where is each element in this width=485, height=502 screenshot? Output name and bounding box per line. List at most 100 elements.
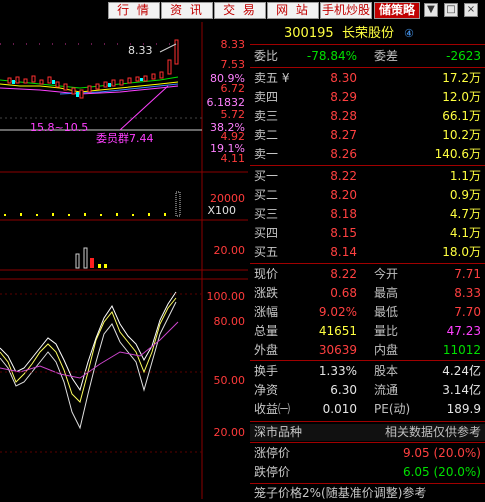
sell-level-label: 卖三 — [254, 109, 279, 123]
buy-level-label: 买二 — [254, 188, 279, 202]
maximize-icon[interactable]: □ — [444, 3, 458, 17]
top-nav-bar: 行 情 资 讯 交 易 网 站 手机炒股 储策略 ▼ □ × — [0, 0, 485, 22]
annotation-range: 15.8~10.5 — [30, 121, 89, 134]
buy-level-volume: 18.0万 — [442, 245, 481, 259]
stat-row[interactable]: 涨跌 0.68 最高 8.33 — [250, 285, 485, 302]
buy-level-row[interactable]: 买三 8.18 4.7万 — [250, 206, 485, 223]
stat-value: 0.68 — [330, 286, 357, 300]
sell-level-row[interactable]: 卖三 8.28 66.1万 — [250, 108, 485, 125]
limit-down-label: 跌停价 — [254, 465, 291, 479]
limit-down-row: 跌停价 6.05 (20.0%) — [250, 464, 485, 481]
nav-news[interactable]: 资 讯 — [161, 2, 213, 19]
sell-level-volume: 17.2万 — [442, 71, 481, 85]
fin-label-2: 流通 — [374, 383, 399, 397]
stat-row[interactable]: 涨幅 9.02% 最低 7.70 — [250, 304, 485, 321]
fin-value-2: 4.24亿 — [442, 364, 481, 378]
peak-price-label: 8.33 — [128, 44, 153, 57]
fin-label: 收益㈠ — [254, 402, 291, 416]
price-axis-label: 8.33 — [220, 38, 246, 51]
fin-value-2: 3.14亿 — [442, 383, 481, 397]
weicha-value: -2623 — [446, 49, 481, 63]
buy-level-row[interactable]: 买二 8.20 0.9万 — [250, 187, 485, 204]
stat-row[interactable]: 现价 8.22 今开 7.71 — [250, 266, 485, 283]
stat-label-2: 量比 — [374, 324, 399, 338]
stock-header[interactable]: 300195 长荣股份 ④ — [250, 25, 485, 42]
osc-axis-label: 20.00 — [213, 426, 246, 439]
market-row: 深市品种 相关数据仅供参考 — [250, 424, 485, 441]
stock-name: 长荣股份 — [342, 26, 395, 41]
buy-level-label: 买四 — [254, 226, 279, 240]
osc-axis-label: 100.00 — [206, 290, 246, 303]
nav-trade[interactable]: 交 易 — [214, 2, 266, 19]
buy-level-row[interactable]: 买五 8.14 18.0万 — [250, 244, 485, 261]
fin-row[interactable]: 收益㈠ 0.010 PE(动) 189.9 — [250, 401, 485, 418]
stat-value: 41651 — [318, 324, 357, 338]
nav-quotes[interactable]: 行 情 — [108, 2, 160, 19]
buy-level-price: 8.22 — [330, 169, 357, 183]
sell-level-price: 8.30 — [330, 71, 357, 85]
sell-level-volume: 140.6万 — [434, 147, 481, 161]
footer-row: 笼子价格2%(随基准价调整)参考 — [250, 485, 485, 502]
fin-value-2: 189.9 — [446, 402, 481, 416]
buy-level-volume: 4.1万 — [449, 226, 481, 240]
sell-level-volume: 12.0万 — [442, 90, 481, 104]
buy-level-row[interactable]: 买一 8.22 1.1万 — [250, 168, 485, 185]
stat-value: 9.02% — [318, 305, 357, 319]
weibi-row: 委比 -78.84% 委差 -2623 — [250, 48, 485, 65]
stat-label-2: 最低 — [374, 305, 399, 319]
footer-note: 笼子价格2%(随基准价调整)参考 — [254, 486, 427, 500]
buy-level-label: 买五 — [254, 245, 279, 259]
nav-website[interactable]: 网 站 — [267, 2, 319, 19]
stat-value-2: 8.33 — [454, 286, 481, 300]
buy-level-price: 8.18 — [330, 207, 357, 221]
sell-level-row[interactable]: 卖五 ¥ 8.30 17.2万 — [250, 70, 485, 87]
stat-value-2: 11012 — [442, 343, 481, 357]
sell-level-price: 8.29 — [330, 90, 357, 104]
stock-badge-icon: ④ — [404, 27, 414, 40]
buy-level-price: 8.20 — [330, 188, 357, 202]
stat-label-2: 内盘 — [374, 343, 399, 357]
stat-value-2: 7.71 — [454, 267, 481, 281]
fin-value: 6.30 — [330, 383, 357, 397]
dropdown-icon[interactable]: ▼ — [424, 3, 438, 17]
nav-brand-strategy[interactable]: 储策略 — [374, 2, 420, 19]
price-axis-label: 7.53 — [220, 58, 246, 71]
sell-level-row[interactable]: 卖四 8.29 12.0万 — [250, 89, 485, 106]
buy-level-volume: 4.7万 — [449, 207, 481, 221]
stat-row[interactable]: 外盘 30639 内盘 11012 — [250, 342, 485, 359]
stock-code: 300195 — [284, 26, 334, 41]
vol2-axis-label: 20.00 — [213, 244, 246, 257]
osc-axis-label: 80.00 — [213, 315, 246, 328]
stat-value: 8.22 — [330, 267, 357, 281]
sell-level-price: 8.26 — [330, 147, 357, 161]
stat-label: 现价 — [254, 267, 279, 281]
fin-value: 0.010 — [322, 402, 357, 416]
stat-value-2: 47.23 — [446, 324, 481, 338]
limit-up-label: 涨停价 — [254, 446, 291, 460]
stat-row[interactable]: 总量 41651 量比 47.23 — [250, 323, 485, 340]
buy-level-row[interactable]: 买四 8.15 4.1万 — [250, 225, 485, 242]
fin-row[interactable]: 净资 6.30 流通 3.14亿 — [250, 382, 485, 399]
stat-label-2: 今开 — [374, 267, 399, 281]
stat-value: 30639 — [318, 343, 357, 357]
sell-level-row[interactable]: 卖二 8.27 10.2万 — [250, 127, 485, 144]
weibi-value: -78.84% — [306, 49, 357, 63]
fin-row[interactable]: 换手 1.33% 股本 4.24亿 — [250, 363, 485, 380]
market-note: 相关数据仅供参考 — [384, 425, 481, 439]
limit-down-value: 6.05 (20.0%) — [402, 465, 481, 479]
chart-pane[interactable]: 8.33 7.53 80.9% 6.72 6.1832 5.72 38.2% 4… — [0, 22, 248, 499]
stat-value-2: 7.70 — [454, 305, 481, 319]
quote-panel: 300195 长荣股份 ④ 委比 -78.84% 委差 -2623 深市品种 相… — [250, 22, 485, 502]
volume-unit-label: X100 — [207, 204, 236, 217]
close-icon[interactable]: × — [464, 3, 478, 17]
stat-label: 涨幅 — [254, 305, 279, 319]
buy-level-label: 买三 — [254, 207, 279, 221]
sell-level-volume: 10.2万 — [442, 128, 481, 142]
buy-level-volume: 0.9万 — [449, 188, 481, 202]
sell-level-label: 卖一 — [254, 147, 279, 161]
buy-level-volume: 1.1万 — [449, 169, 481, 183]
sell-level-label: 卖五 ¥ — [254, 71, 290, 85]
sell-level-row[interactable]: 卖一 8.26 140.6万 — [250, 146, 485, 163]
nav-mobile-trading[interactable]: 手机炒股 — [320, 2, 372, 19]
sell-level-price: 8.28 — [330, 109, 357, 123]
